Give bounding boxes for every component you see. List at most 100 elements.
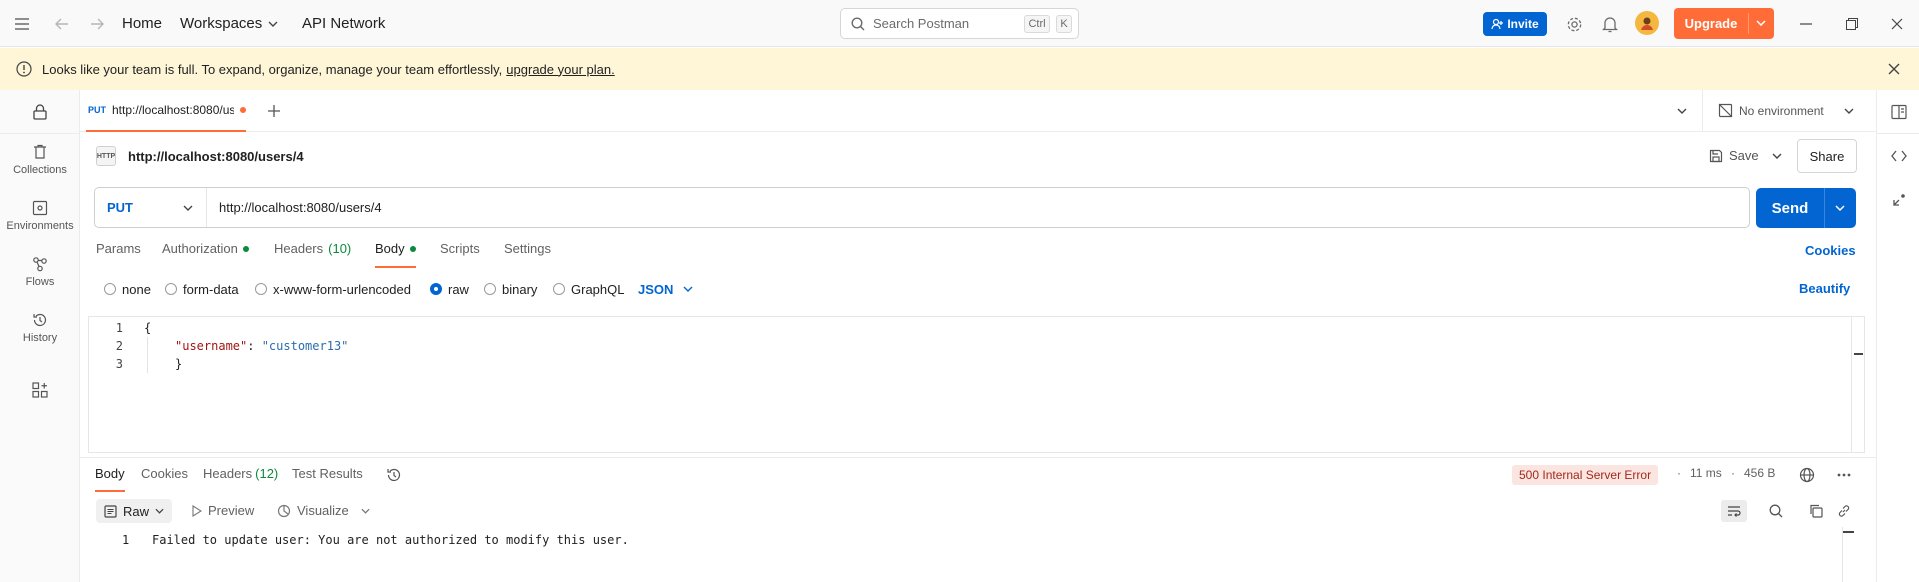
radio-label: GraphQL xyxy=(571,281,625,297)
forward-arrow-icon[interactable] xyxy=(87,14,107,34)
beautify-link[interactable]: Beautify xyxy=(1799,281,1850,296)
upgrade-plan-link[interactable]: upgrade your plan. xyxy=(506,62,614,77)
copy-icon[interactable] xyxy=(1806,501,1826,521)
tab-body[interactable]: Body xyxy=(375,241,416,268)
format-label: JSON xyxy=(638,281,674,297)
environment-label: No environment xyxy=(1739,103,1824,118)
avatar[interactable] xyxy=(1635,11,1659,35)
code-line: { xyxy=(144,321,152,335)
tab-label: Cookies xyxy=(141,466,188,481)
minimize-icon[interactable] xyxy=(1796,14,1816,34)
send-button[interactable]: Send xyxy=(1756,188,1856,228)
preview-button[interactable]: Preview xyxy=(192,503,254,518)
response-tab-body[interactable]: Body xyxy=(95,466,125,492)
editor-scrollbar-track[interactable] xyxy=(1851,317,1852,452)
search-icon[interactable] xyxy=(1766,501,1786,521)
code-snippet-icon[interactable] xyxy=(1889,146,1909,166)
view-raw-button[interactable]: Raw xyxy=(96,499,172,523)
request-name[interactable]: http://localhost:8080/users/4 xyxy=(128,149,304,164)
response-body-text[interactable]: Failed to update user: You are not autho… xyxy=(152,533,629,547)
separator-dot: · xyxy=(1731,466,1735,480)
response-time[interactable]: 11 ms xyxy=(1690,466,1722,480)
back-arrow-icon[interactable] xyxy=(52,14,72,34)
radio-circle xyxy=(165,283,177,295)
tab-label: Authorization xyxy=(162,241,238,256)
hamburger-menu-icon[interactable] xyxy=(12,14,32,34)
workspaces-menu[interactable]: Workspaces xyxy=(180,0,278,47)
cookies-link[interactable]: Cookies xyxy=(1805,243,1856,258)
radio-form-data[interactable]: form-data xyxy=(165,281,239,297)
response-tab-test-results[interactable]: Test Results xyxy=(292,466,363,492)
close-window-icon[interactable] xyxy=(1887,14,1907,34)
status-badge[interactable]: 500 Internal Server Error xyxy=(1512,465,1659,485)
add-apps-grid-icon[interactable] xyxy=(30,380,50,400)
response-history-icon[interactable] xyxy=(384,465,404,485)
radio-urlencoded[interactable]: x-www-form-urlencoded xyxy=(255,281,411,297)
api-network-link[interactable]: API Network xyxy=(302,0,385,47)
sidebar-item-label: History xyxy=(22,332,58,344)
preview-label: Preview xyxy=(208,503,255,518)
tab-headers[interactable]: Headers (10) xyxy=(274,241,351,268)
link-icon[interactable] xyxy=(1834,501,1854,521)
save-button[interactable]: Save xyxy=(1709,148,1759,163)
radio-graphql[interactable]: GraphQL xyxy=(553,281,624,297)
url-input[interactable]: http://localhost:8080/users/4 xyxy=(219,188,382,227)
workspace-details-icon[interactable] xyxy=(1889,102,1909,122)
response-tab-headers[interactable]: Headers (12) xyxy=(203,466,278,492)
sidebar-item-label: Environments xyxy=(6,220,74,232)
notifications-bell-icon[interactable] xyxy=(1600,14,1620,34)
save-label: Save xyxy=(1729,148,1759,163)
tab-scripts[interactable]: Scripts xyxy=(440,241,480,268)
close-banner-icon[interactable] xyxy=(1888,63,1900,75)
lock-icon[interactable] xyxy=(30,102,50,122)
search-input[interactable]: Search Postman Ctrl K xyxy=(840,8,1079,39)
body-editor[interactable]: 1 2 3 { "username": "customer13" } xyxy=(88,316,1865,453)
network-globe-icon[interactable] xyxy=(1797,465,1817,485)
left-sidebar: Collections Environments Flows History xyxy=(0,90,80,582)
tab-title: http://localhost:8080/us xyxy=(112,103,234,117)
wrap-lines-icon[interactable] xyxy=(1721,500,1747,522)
tab-params[interactable]: Params xyxy=(96,241,141,268)
tab-label: Headers xyxy=(274,241,324,256)
tab-settings[interactable]: Settings xyxy=(504,241,551,268)
indent-guide xyxy=(147,337,148,373)
chevron-down-icon[interactable] xyxy=(1756,20,1766,26)
response-tab-cookies[interactable]: Cookies xyxy=(141,466,188,492)
sidebar-item-environments[interactable]: Environments xyxy=(0,200,80,232)
more-options-icon[interactable] xyxy=(1834,465,1854,485)
invite-button[interactable]: Invite xyxy=(1483,12,1547,36)
response-divider xyxy=(80,457,1876,458)
radio-none[interactable]: none xyxy=(104,281,151,297)
sidebar-item-collections[interactable]: Collections xyxy=(0,144,80,176)
tabs-overflow-chevron-icon[interactable] xyxy=(1672,101,1692,121)
home-link[interactable]: Home xyxy=(122,0,162,47)
format-selector[interactable]: JSON xyxy=(638,281,693,297)
tab-label: Headers xyxy=(203,466,253,481)
environment-selector[interactable]: No environment xyxy=(1718,103,1858,118)
upgrade-button[interactable]: Upgrade xyxy=(1674,8,1774,39)
visualize-button[interactable]: Visualize xyxy=(277,503,370,518)
radio-raw[interactable]: raw xyxy=(430,281,469,297)
chevron-down-icon xyxy=(155,508,164,514)
response-size[interactable]: 456 B xyxy=(1744,466,1775,480)
chevron-down-icon xyxy=(183,205,193,211)
save-options-chevron-icon[interactable] xyxy=(1768,146,1786,166)
play-triangle-icon xyxy=(192,504,202,517)
headers-count: (12) xyxy=(255,466,279,481)
chevron-down-icon[interactable] xyxy=(1835,205,1845,211)
radio-binary[interactable]: binary xyxy=(484,281,537,297)
tab-authorization[interactable]: Authorization xyxy=(162,241,249,268)
sidebar-item-flows[interactable]: Flows xyxy=(0,256,80,288)
method-selector[interactable]: PUT xyxy=(95,188,207,227)
share-button[interactable]: Share xyxy=(1797,139,1857,173)
settings-gear-icon[interactable] xyxy=(1564,14,1584,34)
response-scrollbar-track[interactable] xyxy=(1842,527,1843,582)
tab-request-put[interactable]: PUT http://localhost:8080/us xyxy=(86,90,246,132)
restore-window-icon[interactable] xyxy=(1842,14,1862,34)
sidebar-item-history[interactable]: History xyxy=(0,312,80,344)
save-disk-icon xyxy=(1709,149,1723,162)
related-requests-icon[interactable] xyxy=(1889,190,1909,210)
visualize-icon xyxy=(277,504,291,517)
new-tab-plus-icon[interactable] xyxy=(264,101,284,121)
banner-text: Looks like your team is full. To expand,… xyxy=(42,61,503,77)
